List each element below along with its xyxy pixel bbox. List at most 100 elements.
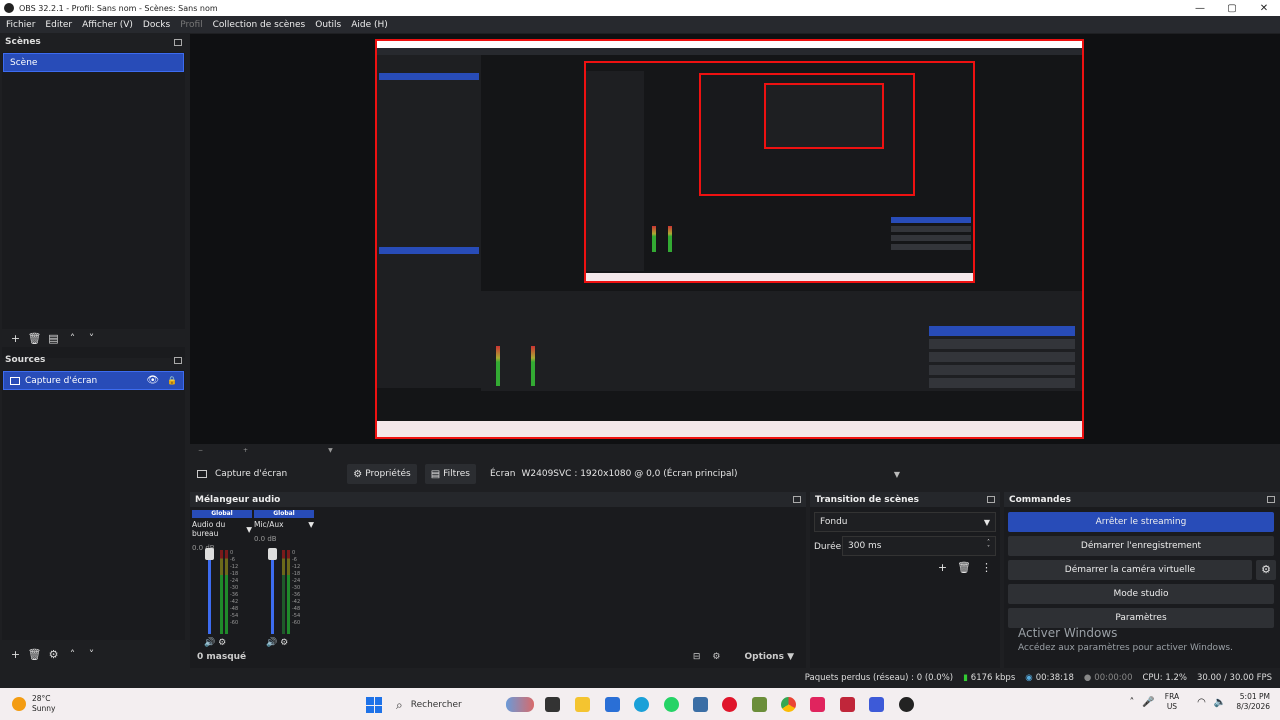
channel-label: Audio du bureau	[192, 520, 226, 538]
task-view-icon[interactable]	[545, 697, 560, 712]
menu-help[interactable]: Aide (H)	[351, 20, 388, 30]
minimize-button[interactable]: —	[1184, 3, 1216, 14]
studio-mode-button[interactable]: Mode studio	[1008, 584, 1274, 604]
preview-canvas[interactable]	[190, 34, 1280, 444]
visibility-eye-icon[interactable]: 👁	[146, 375, 159, 386]
chevron-down-icon: ▼	[893, 469, 900, 479]
move-down-icon[interactable]: ˅	[82, 332, 101, 345]
windows-start-icon[interactable]	[366, 697, 382, 713]
start-virtual-camera-button[interactable]: Démarrer la caméra virtuelle	[1008, 560, 1252, 580]
transition-type-select[interactable]: Fondu ▼	[814, 512, 996, 532]
options-button[interactable]: Options ▼	[733, 652, 795, 662]
scene-item[interactable]: Scène	[3, 53, 184, 72]
language-indicator[interactable]: FRA US	[1165, 692, 1179, 712]
chrome-icon[interactable]	[781, 697, 796, 712]
screen-select[interactable]: W2409SVC : 1920x1080 @ 0,0 (Écran princi…	[522, 469, 911, 479]
scene-filters-icon[interactable]: ▤	[44, 332, 63, 345]
virtual-camera-settings-button[interactable]: ⚙	[1256, 560, 1276, 580]
add-transition-icon[interactable]: +	[938, 561, 947, 574]
filters-button[interactable]: ▤ Filtres	[424, 464, 476, 484]
sources-title: Sources	[5, 355, 46, 365]
widgets-app-icon[interactable]	[506, 697, 534, 712]
remove-transition-icon[interactable]: 🗑	[957, 561, 971, 574]
remove-source-icon[interactable]: 🗑	[25, 648, 44, 661]
app-icon[interactable]	[752, 697, 767, 712]
layout-icon[interactable]: ⊟	[693, 652, 701, 662]
mini-command-button	[891, 235, 971, 241]
screen-capture-preview[interactable]	[375, 39, 1084, 439]
search-placeholder: Rechercher	[410, 700, 462, 710]
volume-slider-handle[interactable]	[268, 548, 277, 560]
volume-slider-handle[interactable]	[205, 548, 214, 560]
store-icon[interactable]	[605, 697, 620, 712]
app-icon[interactable]	[693, 697, 708, 712]
menu-docks[interactable]: Docks	[143, 20, 170, 30]
volume-icon[interactable]: 🔈	[1214, 697, 1226, 708]
menu-view[interactable]: Afficher (V)	[82, 20, 133, 30]
source-properties-icon[interactable]: ⚙	[44, 648, 63, 661]
start-recording-button[interactable]: Démarrer l'enregistrement	[1008, 536, 1274, 556]
zoom-in-icon[interactable]: +	[243, 447, 248, 454]
wifi-icon[interactable]: ◠	[1197, 697, 1206, 708]
mini-scene-selected	[379, 73, 479, 80]
mini-taskbar	[377, 421, 1082, 437]
menu-tools[interactable]: Outils	[315, 20, 341, 30]
move-down-icon[interactable]: ˅	[82, 648, 101, 661]
zoom-out-icon[interactable]: −	[198, 447, 203, 454]
channel-name[interactable]: Mic/Aux ▼	[254, 520, 314, 529]
app-icon[interactable]	[840, 697, 855, 712]
whatsapp-icon[interactable]	[664, 697, 679, 712]
menu-scene-collection[interactable]: Collection de scènes	[213, 20, 306, 30]
transition-controls: + 🗑 ⋮	[928, 561, 992, 574]
level-meter	[225, 550, 228, 634]
spin-arrows-icon[interactable]: ˄ ˅	[987, 540, 990, 552]
volume-slider[interactable]	[208, 550, 211, 634]
move-up-icon[interactable]: ˄	[63, 648, 82, 661]
move-up-icon[interactable]: ˄	[63, 332, 82, 345]
chevron-up-icon[interactable]: ˄	[1129, 697, 1134, 708]
menu-edit[interactable]: Editer	[45, 20, 72, 30]
weather-widget[interactable]: 28°C Sunny	[12, 694, 55, 714]
duration-label: Durée	[814, 542, 842, 552]
source-item[interactable]: Capture d'écran 👁 🔒	[3, 371, 184, 390]
stop-streaming-button[interactable]: Arrêter le streaming	[1008, 512, 1274, 532]
more-options-icon[interactable]: ⋮	[981, 561, 992, 574]
menu-file[interactable]: Fichier	[6, 20, 35, 30]
selected-source-name: Capture d'écran	[215, 469, 288, 479]
properties-button[interactable]: ⚙ Propriétés	[347, 464, 417, 484]
volume-slider[interactable]	[271, 550, 274, 634]
chevron-down-icon[interactable]: ▼	[328, 447, 333, 454]
scale-tick: -24	[292, 578, 301, 584]
app-icon[interactable]	[869, 697, 884, 712]
scene-toolbar: + 🗑 ▤ ˄ ˅	[0, 329, 187, 347]
add-scene-icon[interactable]: +	[6, 332, 25, 345]
dock-float-icon[interactable]	[1267, 496, 1275, 503]
global-badge: Global	[192, 510, 252, 518]
tiktok-icon[interactable]	[810, 697, 825, 712]
transition-title: Transition de scènes	[815, 494, 919, 505]
duration-spinbox[interactable]: 300 ms ˄ ˅	[842, 536, 996, 556]
edge-icon[interactable]	[634, 697, 649, 712]
dock-float-icon[interactable]	[793, 496, 801, 503]
file-explorer-icon[interactable]	[575, 697, 590, 712]
advanced-audio-icon[interactable]: ⚙	[712, 652, 720, 662]
channel-name[interactable]: Audio du bureau ▼	[192, 520, 252, 538]
microphone-icon[interactable]: 🎤	[1142, 697, 1154, 708]
menu-bar: Fichier Editer Afficher (V) Docks Profil…	[0, 16, 1280, 33]
clock[interactable]: 5:01 PM 8/3/2026	[1236, 692, 1270, 712]
obs-icon[interactable]	[899, 697, 914, 712]
dock-float-icon[interactable]	[174, 356, 182, 364]
dock-float-icon[interactable]	[174, 38, 182, 46]
remove-scene-icon[interactable]: 🗑	[25, 332, 44, 345]
settings-button[interactable]: Paramètres	[1008, 608, 1274, 628]
opera-icon[interactable]	[722, 697, 737, 712]
global-badge: Global	[254, 510, 314, 518]
lock-icon[interactable]: 🔒	[167, 376, 177, 385]
add-source-icon[interactable]: +	[6, 648, 25, 661]
mixer-channel-desktop: Global Audio du bureau ▼ 0.0 dB 0 -6 -12 -18…	[192, 510, 252, 648]
dock-float-icon[interactable]	[987, 496, 995, 503]
maximize-button[interactable]: ▢	[1216, 3, 1248, 14]
menu-profile[interactable]: Profil	[180, 20, 202, 30]
close-button[interactable]: ✕	[1248, 3, 1280, 14]
weather-desc: Sunny	[32, 704, 56, 713]
